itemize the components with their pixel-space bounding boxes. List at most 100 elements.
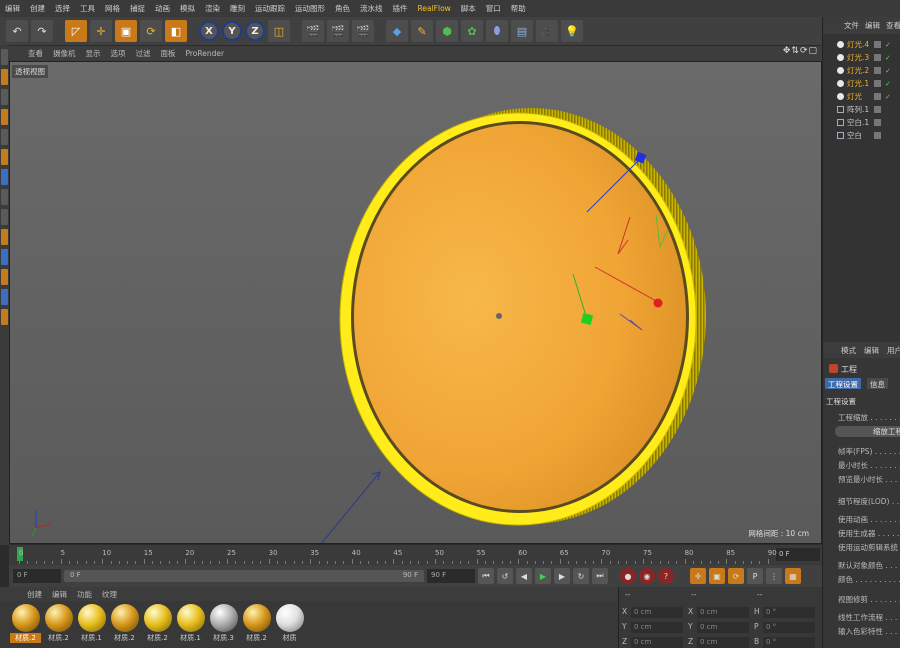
move-tool-icon[interactable]: ✛ xyxy=(90,20,112,42)
light-handle-red[interactable] xyxy=(653,298,663,308)
key-rotation-icon[interactable]: ⟳ xyxy=(728,568,744,584)
x-size-field[interactable]: 0 cm xyxy=(697,607,749,618)
tab-project-settings[interactable]: 工程设置 xyxy=(825,378,861,389)
axis-x-button[interactable]: X xyxy=(199,21,219,41)
undo-icon[interactable]: ↶ xyxy=(6,20,28,42)
viewport-menu-item-0[interactable]: 查看 xyxy=(23,48,48,59)
menu-item-16[interactable]: 脚本 xyxy=(456,3,481,14)
material-swatch[interactable]: 材质.2 xyxy=(241,604,272,647)
attribute-line[interactable]: 输入色彩特性 . . . . xyxy=(838,626,900,637)
next-key-icon[interactable]: ↻ xyxy=(573,568,589,584)
object-visibility-tag[interactable] xyxy=(874,41,881,48)
object-row[interactable]: 空白 xyxy=(823,129,900,142)
timeline-ruler[interactable]: 0 F 0 5 10 15 20 25 30 35 40 45 50 55 60 65 70 75 80 85 90 xyxy=(9,545,822,565)
enabled-check-icon[interactable]: ✓ xyxy=(885,80,891,88)
enabled-check-icon[interactable]: ✓ xyxy=(885,67,891,75)
timeline-window-icon[interactable]: ▦ xyxy=(785,568,801,584)
cloner-icon[interactable]: ✿ xyxy=(461,20,483,42)
menu-item-11[interactable]: 运动图形 xyxy=(290,3,330,14)
material-swatch[interactable]: 材质.2 xyxy=(109,604,140,647)
left-tool-button[interactable] xyxy=(1,49,8,65)
camera-icon[interactable]: 🎥 xyxy=(536,20,558,42)
key-pla-icon[interactable]: ⋮ xyxy=(766,568,782,584)
left-tool-button[interactable] xyxy=(1,289,8,305)
left-tool-button[interactable] xyxy=(1,269,8,285)
attribute-line[interactable]: 预览最小时长 . . . . xyxy=(838,474,900,485)
attribute-line[interactable]: 使用动画 . . . . . . . xyxy=(838,514,900,525)
record-icon[interactable]: ● xyxy=(620,568,636,584)
axis-y-button[interactable]: Y xyxy=(222,21,242,41)
next-frame-icon[interactable]: ▶ xyxy=(554,568,570,584)
scale-project-button[interactable]: 缩放工程 xyxy=(835,426,900,437)
h-rotation-field[interactable]: 0 ° xyxy=(763,607,815,618)
scale-tool-icon[interactable]: ▣ xyxy=(115,20,137,42)
material-menu-item-0[interactable]: 创建 xyxy=(22,589,47,600)
attribute-line[interactable]: 工程缩放 . . . . . . . xyxy=(838,412,900,423)
left-tool-button[interactable] xyxy=(1,209,8,225)
viewport-menu-item-3[interactable]: 选项 xyxy=(106,48,131,59)
viewport-label[interactable]: 透视视图 xyxy=(12,65,48,78)
left-tool-button[interactable] xyxy=(1,229,8,245)
object-manager-menu-item-1[interactable]: 编辑 xyxy=(862,20,883,31)
material-swatch[interactable]: 材质.3 xyxy=(208,604,239,647)
attribute-menu-item-2[interactable]: 用户 xyxy=(883,345,900,356)
menu-item-3[interactable]: 工具 xyxy=(75,3,100,14)
object-visibility-tag[interactable] xyxy=(874,106,881,113)
attribute-line[interactable]: 默认对象颜色 . . . . xyxy=(838,560,900,571)
left-tool-button[interactable] xyxy=(1,309,8,325)
object-row[interactable]: 阵列.1 xyxy=(823,103,900,116)
menu-item-4[interactable]: 网格 xyxy=(100,3,125,14)
object-visibility-tag[interactable] xyxy=(874,54,881,61)
light-icon[interactable]: 💡 xyxy=(561,20,583,42)
left-tool-button[interactable] xyxy=(1,109,8,125)
render-settings-icon[interactable]: 🎬 xyxy=(352,20,374,42)
subdivision-icon[interactable]: ⬢ xyxy=(436,20,458,42)
left-tool-button[interactable] xyxy=(1,69,8,85)
recent-tool-icon[interactable]: ◧ xyxy=(165,20,187,42)
start-frame-field[interactable]: 0 F xyxy=(13,569,61,583)
object-manager-menu-item-0[interactable]: 文件 xyxy=(841,20,862,31)
y-position-field[interactable]: 0 cm xyxy=(631,622,683,633)
attribute-line[interactable]: 最小时长 . . . . . . . xyxy=(838,460,900,471)
enabled-check-icon[interactable]: ✓ xyxy=(885,41,891,49)
object-visibility-tag[interactable] xyxy=(874,132,881,139)
menu-item-15[interactable]: RealFlow xyxy=(413,4,456,13)
render-picture-viewer-icon[interactable]: 🎬 xyxy=(327,20,349,42)
menu-item-9[interactable]: 雕刻 xyxy=(225,3,250,14)
z-size-field[interactable]: 0 cm xyxy=(697,637,749,648)
key-scale-icon[interactable]: ▣ xyxy=(709,568,725,584)
keyframe-selection-icon[interactable]: ? xyxy=(658,568,674,584)
play-icon[interactable]: ▶ xyxy=(535,568,551,584)
attribute-menu-item-0[interactable]: 模式 xyxy=(837,345,860,356)
left-tool-button[interactable] xyxy=(1,129,8,145)
deformer-icon[interactable]: ⬮ xyxy=(486,20,508,42)
y-size-field[interactable]: 0 cm xyxy=(697,622,749,633)
menu-item-13[interactable]: 流水线 xyxy=(355,3,388,14)
x-position-field[interactable]: 0 cm xyxy=(631,607,683,618)
menu-item-1[interactable]: 创建 xyxy=(25,3,50,14)
material-menu-item-1[interactable]: 编辑 xyxy=(47,589,72,600)
viewport-menu-item-1[interactable]: 摄像机 xyxy=(48,48,81,59)
attribute-line[interactable]: 视图修剪 . . . . . . . xyxy=(838,594,900,605)
render-view-icon[interactable]: 🎬 xyxy=(302,20,324,42)
previous-key-icon[interactable]: ↺ xyxy=(497,568,513,584)
object-row[interactable]: 灯光.1 ✓ xyxy=(823,77,900,90)
viewport-menu-item-2[interactable]: 显示 xyxy=(81,48,106,59)
tab-info[interactable]: 信息 xyxy=(867,378,888,389)
coordinate-system-icon[interactable]: ◫ xyxy=(268,20,290,42)
object-visibility-tag[interactable] xyxy=(874,80,881,87)
material-swatch[interactable]: 材质.2 xyxy=(10,604,41,647)
object-manager-menu-item-2[interactable]: 查看 xyxy=(883,20,900,31)
left-tool-button[interactable] xyxy=(1,169,8,185)
key-position-icon[interactable]: ✛ xyxy=(690,568,706,584)
viewport-navigation-icons[interactable]: ✥⇅⟳▢ xyxy=(783,46,818,56)
left-tool-button[interactable] xyxy=(1,149,8,165)
left-tool-button[interactable] xyxy=(1,89,8,105)
attribute-line[interactable]: 线性工作流程 . . . . xyxy=(838,612,900,623)
object-row[interactable]: 灯光.4 ✓ xyxy=(823,38,900,51)
object-row[interactable]: 灯光.2 ✓ xyxy=(823,64,900,77)
z-position-field[interactable]: 0 cm xyxy=(631,637,683,648)
go-to-start-icon[interactable]: ⏮ xyxy=(478,568,494,584)
attribute-line[interactable]: 细节程度(LOD) . . . xyxy=(838,496,900,507)
coin-face[interactable] xyxy=(354,124,686,510)
